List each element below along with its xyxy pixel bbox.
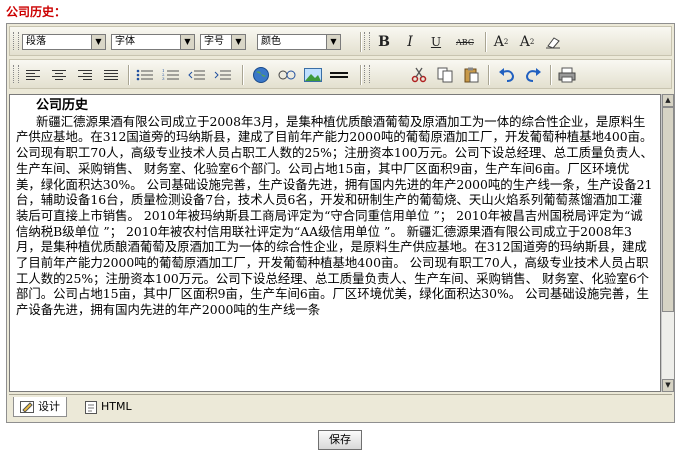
scissors-icon: [411, 67, 427, 83]
image-icon: [304, 68, 322, 82]
outdent-icon: [188, 70, 205, 80]
justify-icon: [104, 70, 118, 80]
eraser-icon: [546, 37, 560, 49]
paste-icon: [464, 67, 479, 83]
insert-link-button[interactable]: [250, 64, 272, 86]
cut-button[interactable]: [408, 64, 430, 86]
print-button[interactable]: [556, 64, 578, 86]
undo-button[interactable]: [496, 64, 518, 86]
insert-image-button[interactable]: [302, 64, 324, 86]
toolbar-separator: [488, 65, 490, 85]
special-char-icon: [278, 70, 296, 80]
toolbar-grip[interactable]: [364, 32, 370, 50]
toolbar-grip[interactable]: [13, 32, 19, 50]
horizontal-rule-icon: [330, 72, 348, 78]
align-right-button[interactable]: [74, 64, 96, 86]
special-char-button[interactable]: [276, 64, 298, 86]
undo-icon: [499, 68, 515, 82]
justify-button[interactable]: [100, 64, 122, 86]
globe-link-icon: [253, 67, 269, 83]
align-left-icon: [26, 70, 40, 80]
numbered-list-icon: 123: [162, 68, 179, 81]
bullet-list-button[interactable]: [134, 64, 156, 86]
strikethrough-button[interactable]: ABC: [451, 31, 479, 53]
toolbar-grip[interactable]: [364, 65, 370, 83]
redo-icon: [525, 68, 541, 82]
align-center-icon: [52, 70, 66, 80]
numbered-list-button[interactable]: 123: [160, 64, 182, 86]
toolbar-grip[interactable]: [13, 65, 19, 83]
toolbar-separator: [360, 65, 362, 85]
align-center-button[interactable]: [48, 64, 70, 86]
content-title: 公司历史: [36, 98, 89, 113]
chevron-down-icon: ▼: [326, 35, 340, 49]
tab-design-label: 设计: [38, 399, 60, 413]
scroll-up-button[interactable]: ▲: [662, 94, 674, 107]
vertical-scrollbar[interactable]: ▲ ▼: [661, 94, 674, 392]
editor-mode-tabs: 设计 HTML: [9, 394, 672, 421]
design-icon: [20, 400, 34, 413]
horizontal-rule-button[interactable]: [328, 64, 350, 86]
italic-button[interactable]: I: [399, 31, 421, 53]
eraser-button[interactable]: [542, 31, 564, 53]
outdent-button[interactable]: [186, 64, 208, 86]
subscript-mark: 2: [529, 38, 535, 46]
bullet-list-icon: [136, 69, 153, 81]
copy-icon: [437, 67, 453, 83]
scrollbar-thumb[interactable]: [662, 107, 674, 312]
toolbar-separator: [550, 65, 552, 85]
size-select[interactable]: 字号 ▼: [200, 34, 246, 50]
color-select[interactable]: 颜色 ▼: [257, 34, 341, 50]
superscript-button[interactable]: A2: [490, 31, 512, 53]
rich-text-editor: 段落 ▼ 字体 ▼ 字号 ▼ 颜色 ▼ B I U ABC A2 A2 1 2 …: [6, 23, 675, 423]
align-left-button[interactable]: [22, 64, 44, 86]
toolbar-separator: [128, 65, 130, 85]
toolbar-row-format: 段落 ▼ 字体 ▼ 字号 ▼ 颜色 ▼ B I U ABC A2 A2: [9, 26, 672, 56]
save-button[interactable]: 保存: [318, 430, 362, 450]
scroll-down-button[interactable]: ▼: [662, 379, 674, 392]
tab-html[interactable]: HTML: [79, 397, 138, 417]
subscript-button[interactable]: A2: [516, 31, 538, 53]
content-body: 新疆汇德源果酒有限公司成立于2008年3月，是集种植优质酿酒葡萄及原酒加工为一体…: [16, 113, 653, 318]
superscript-label: A: [493, 34, 504, 50]
color-select-label: 颜色: [261, 36, 281, 47]
chevron-down-icon: ▼: [91, 35, 105, 49]
chevron-down-icon: ▼: [231, 35, 245, 49]
subscript-label: A: [519, 34, 530, 50]
printer-icon: [558, 67, 576, 83]
underline-button[interactable]: U: [425, 31, 447, 53]
html-document-icon: [85, 400, 97, 414]
size-select-label: 字号: [204, 36, 224, 47]
toolbar-row-layout: 123: [9, 59, 672, 89]
superscript-mark: 2: [503, 38, 509, 46]
font-select-label: 字体: [115, 36, 135, 47]
bold-button[interactable]: B: [373, 31, 395, 53]
section-label: 公司历史：: [6, 5, 67, 19]
redo-button[interactable]: [522, 64, 544, 86]
align-right-icon: [78, 70, 92, 80]
toolbar-separator: [485, 32, 487, 52]
font-select[interactable]: 字体 ▼: [111, 34, 195, 50]
paragraph-select[interactable]: 段落 ▼: [22, 34, 106, 50]
paste-button[interactable]: [460, 64, 482, 86]
paragraph-select-label: 段落: [26, 36, 46, 47]
tab-html-label: HTML: [101, 400, 132, 413]
toolbar-separator: [242, 65, 244, 85]
indent-button[interactable]: [212, 64, 234, 86]
tab-design[interactable]: 设计: [13, 397, 67, 417]
svg-text:3: 3: [162, 76, 165, 81]
editor-content-area[interactable]: 公司历史 新疆汇德源果酒有限公司成立于2008年3月，是集种植优质酿酒葡萄及原酒…: [9, 94, 661, 392]
chevron-down-icon: ▼: [180, 35, 194, 49]
indent-icon: [214, 70, 231, 80]
toolbar-separator: [360, 32, 362, 52]
copy-button[interactable]: [434, 64, 456, 86]
